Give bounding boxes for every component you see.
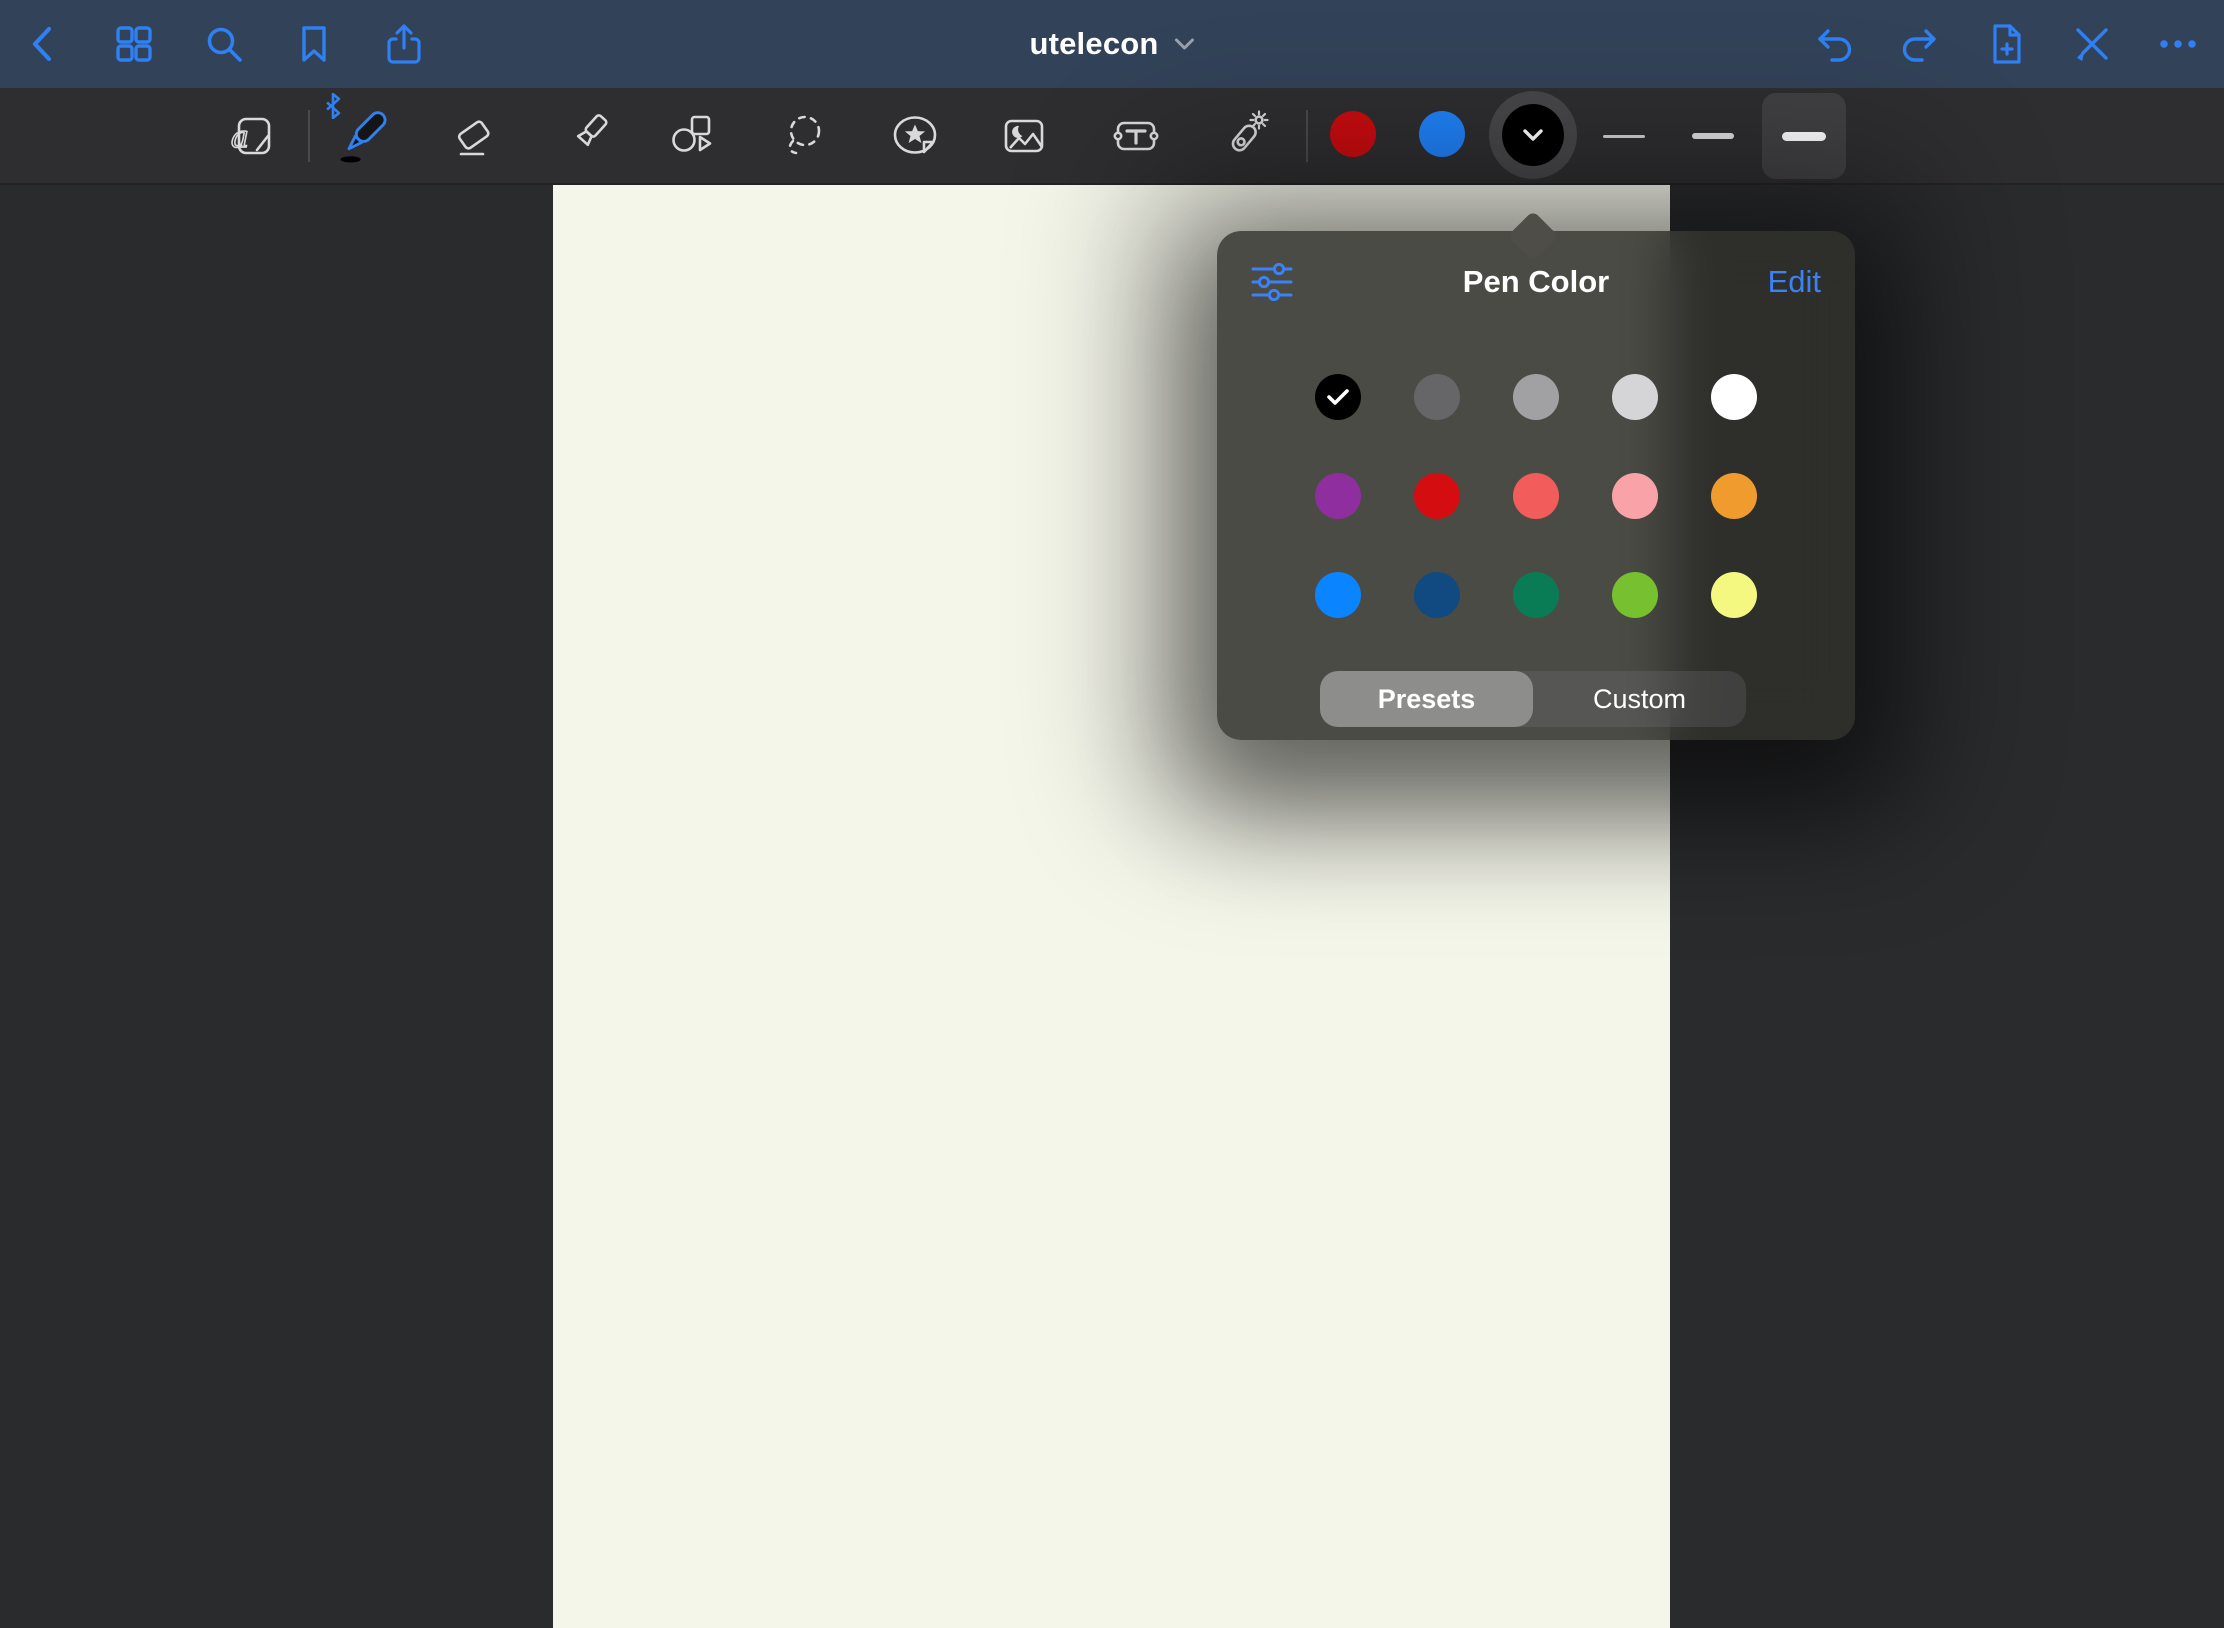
swatch-green[interactable] xyxy=(1612,572,1658,618)
stroke-medium-button[interactable] xyxy=(1671,93,1755,179)
pen-mode-toggle-button[interactable] xyxy=(2068,20,2116,68)
shapes-tool-icon xyxy=(667,110,719,162)
swatch-navy[interactable] xyxy=(1414,572,1460,618)
swatch-yellow[interactable] xyxy=(1711,572,1757,618)
document-title: utelecon xyxy=(1029,26,1158,62)
pen-tool-button[interactable] xyxy=(332,88,396,183)
canvas-area[interactable] xyxy=(0,185,2224,1628)
thumbnails-button[interactable] xyxy=(110,20,158,68)
eraser-tool-icon xyxy=(449,110,501,162)
svg-text:a: a xyxy=(231,120,249,155)
swatch-gray[interactable] xyxy=(1513,374,1559,420)
sliders-tune-icon xyxy=(1251,263,1293,301)
swatch-red[interactable] xyxy=(1414,473,1460,519)
sticker-star-icon xyxy=(889,110,941,162)
nav-left-group xyxy=(20,0,428,88)
grid-icon xyxy=(110,20,158,68)
stroke-thick-line xyxy=(1782,132,1826,141)
laser-pointer-icon xyxy=(1220,110,1272,162)
pen-color-red-swatch[interactable] xyxy=(1330,111,1376,157)
text-tool-button[interactable] xyxy=(1104,88,1168,183)
stroke-settings-button[interactable] xyxy=(1251,263,1293,301)
swatch-dark-gray[interactable] xyxy=(1414,374,1460,420)
lasso-tool-icon xyxy=(779,110,831,162)
popover-title: Pen Color xyxy=(1217,231,1855,333)
swatch-coral[interactable] xyxy=(1513,473,1559,519)
search-button[interactable] xyxy=(200,20,248,68)
text-tool-icon xyxy=(1110,110,1162,162)
swatch-pink[interactable] xyxy=(1612,473,1658,519)
add-page-icon xyxy=(1982,20,2030,68)
add-page-button[interactable] xyxy=(1982,20,2030,68)
swatch-purple[interactable] xyxy=(1315,473,1361,519)
color-palette-grid xyxy=(1315,374,1757,618)
swatch-white[interactable] xyxy=(1711,374,1757,420)
swatch-teal-green[interactable] xyxy=(1513,572,1559,618)
pen-mode-toggle-icon xyxy=(2068,20,2116,68)
back-icon xyxy=(20,20,68,68)
search-icon xyxy=(200,20,248,68)
stroke-thin-button[interactable] xyxy=(1582,93,1666,179)
swatch-blue[interactable] xyxy=(1315,572,1361,618)
redo-icon xyxy=(1896,20,1944,68)
elements-tool-button[interactable] xyxy=(883,88,947,183)
stroke-thin-line xyxy=(1603,135,1645,138)
handwriting-panel-icon: a xyxy=(226,110,278,162)
eraser-tool-button[interactable] xyxy=(443,88,507,183)
pen-color-black-swatch xyxy=(1502,104,1564,166)
swatch-light-gray[interactable] xyxy=(1612,374,1658,420)
bookmark-icon xyxy=(290,20,338,68)
stroke-thick-button-selected[interactable] xyxy=(1762,93,1846,179)
more-button[interactable] xyxy=(2154,20,2202,68)
more-icon xyxy=(2154,20,2202,68)
toolbar-divider xyxy=(308,110,310,162)
image-tool-icon xyxy=(998,110,1050,162)
handwriting-panel-button[interactable]: a xyxy=(220,88,284,183)
nav-right-group xyxy=(1810,0,2202,88)
laser-pointer-tool-button[interactable] xyxy=(1214,88,1278,183)
undo-button[interactable] xyxy=(1810,20,1858,68)
toolbar: a xyxy=(0,88,2224,185)
swatch-black-selected[interactable] xyxy=(1315,374,1361,420)
shapes-tool-button[interactable] xyxy=(661,88,725,183)
redo-button[interactable] xyxy=(1896,20,1944,68)
chevron-down-icon xyxy=(1522,128,1544,142)
back-button[interactable] xyxy=(20,20,68,68)
lasso-tool-button[interactable] xyxy=(773,88,837,183)
pen-tool-icon xyxy=(335,107,393,165)
pen-color-blue-swatch[interactable] xyxy=(1419,111,1465,157)
undo-icon xyxy=(1810,20,1858,68)
bookmark-button[interactable] xyxy=(290,20,338,68)
edit-button[interactable]: Edit xyxy=(1768,231,1821,333)
pen-color-black-swatch-selected[interactable] xyxy=(1489,91,1577,179)
image-tool-button[interactable] xyxy=(992,88,1056,183)
popover-header: Pen Color Edit xyxy=(1217,231,1855,333)
toolbar-divider xyxy=(1306,110,1308,162)
share-icon xyxy=(380,20,428,68)
stroke-medium-line xyxy=(1692,133,1734,139)
highlighter-tool-icon xyxy=(561,110,613,162)
chevron-down-icon xyxy=(1175,38,1195,50)
navbar: utelecon xyxy=(0,0,2224,88)
pen-color-popover: Pen Color Edit Presets Custom xyxy=(1217,231,1855,740)
swatch-orange[interactable] xyxy=(1711,473,1757,519)
document-title-button[interactable]: utelecon xyxy=(1029,0,1194,88)
bluetooth-icon xyxy=(323,93,343,119)
presets-segment[interactable]: Presets xyxy=(1320,671,1533,727)
highlighter-tool-button[interactable] xyxy=(555,88,619,183)
check-icon xyxy=(1326,387,1350,407)
presets-custom-segmented-control: Presets Custom xyxy=(1320,671,1746,727)
custom-segment[interactable]: Custom xyxy=(1533,671,1746,727)
share-button[interactable] xyxy=(380,20,428,68)
